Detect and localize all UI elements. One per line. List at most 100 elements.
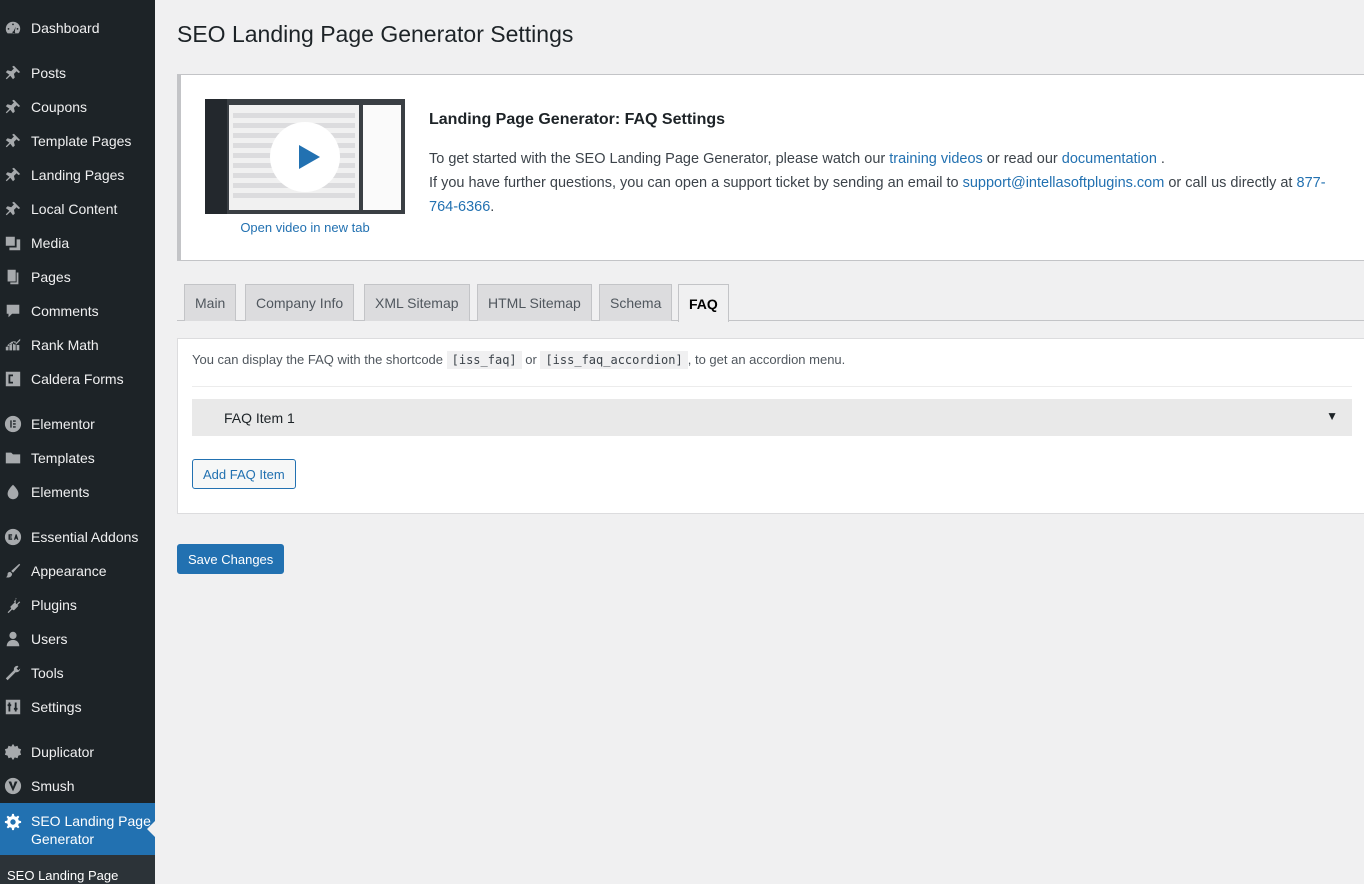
faq-note-segment: , to get an accordion menu. [687, 352, 846, 367]
sidebar-item-local-content[interactable]: Local Content [0, 192, 155, 226]
settings-tabs: Main Company Info XML Sitemap HTML Sitem… [177, 284, 1364, 322]
plug-icon [3, 595, 23, 615]
page-title: SEO Landing Page Generator Settings [177, 21, 574, 47]
sidebar-item-label: Caldera Forms [31, 371, 124, 387]
sidebar-item-dashboard[interactable]: Dashboard [0, 11, 155, 45]
sidebar-item-label: Landing Pages [31, 167, 125, 183]
sidebar-item-media[interactable]: Media [0, 226, 155, 260]
pin-icon [3, 199, 23, 219]
sidebar-item-coupons[interactable]: Coupons [0, 90, 155, 124]
sidebar-item-tools[interactable]: Tools [0, 656, 155, 690]
settings-icon [3, 697, 23, 717]
sidebar-item-label: Media [31, 235, 70, 251]
sidebar-item-caldera-forms[interactable]: Caldera Forms [0, 362, 155, 396]
info-text-segment: . [1156, 151, 1165, 167]
shortcode-iss-faq-accordion: [iss_faq_accordion] [540, 351, 688, 369]
sidebar-item-seo-landing-page-generator[interactable]: SEO Landing Page Generator [0, 803, 155, 855]
add-faq-item-button[interactable]: Add FAQ Item [192, 459, 296, 489]
sidebar-item-label: Plugins [31, 597, 77, 613]
pin-icon [3, 63, 23, 83]
sidebar-item-label: Coupons [31, 99, 88, 115]
video-thumbnail[interactable] [205, 99, 405, 214]
wrench-icon [3, 663, 23, 683]
sidebar-item-label: Settings [31, 699, 82, 715]
sidebar-item-templates[interactable]: Templates [0, 441, 155, 475]
caldera-icon [3, 369, 23, 389]
dashboard-icon [3, 18, 23, 38]
sidebar-item-label: Appearance [31, 563, 107, 579]
sidebar-item-posts[interactable]: Posts [0, 56, 155, 90]
sidebar-item-elementor[interactable]: Elementor [0, 407, 155, 441]
essential-addons-icon [3, 527, 23, 547]
folder-icon [3, 448, 23, 468]
sidebar-item-label: Elementor [31, 416, 95, 432]
elements-icon [3, 482, 23, 502]
comments-icon [3, 301, 23, 321]
sidebar-item-pages[interactable]: Pages [0, 260, 155, 294]
sidebar-item-label: Tools [31, 665, 64, 681]
sidebar-item-label: Local Content [31, 201, 118, 217]
sidebar-item-landing-pages[interactable]: Landing Pages [0, 158, 155, 192]
brush-icon [3, 561, 23, 581]
tab-schema[interactable]: Schema [599, 284, 673, 321]
tab-html-sitemap[interactable]: HTML Sitemap [477, 284, 592, 321]
play-icon[interactable] [270, 122, 340, 192]
faq-note-segment: You can display the FAQ with the shortco… [192, 352, 447, 367]
tab-xml-sitemap[interactable]: XML Sitemap [364, 284, 470, 321]
divider [192, 386, 1352, 387]
sidebar-item-template-pages[interactable]: Template Pages [0, 124, 155, 158]
tab-main[interactable]: Main [184, 284, 237, 321]
info-text: To get started with the SEO Landing Page… [429, 147, 1349, 219]
sidebar-item-appearance[interactable]: Appearance [0, 554, 155, 588]
sidebar-item-plugins[interactable]: Plugins [0, 588, 155, 622]
pages-icon [3, 267, 23, 287]
tab-company-info[interactable]: Company Info [245, 284, 355, 321]
info-text-segment: To get started with the SEO Landing Page… [429, 151, 890, 167]
duplicator-icon [3, 742, 23, 762]
smush-icon [3, 776, 23, 796]
sidebar-item-label: Elements [31, 484, 90, 500]
sidebar-item-label: Users [31, 631, 68, 647]
info-text-segment: . [490, 199, 495, 215]
rank-math-icon [3, 335, 23, 355]
sidebar-item-smush[interactable]: Smush [0, 769, 155, 803]
info-text-segment: If you have further questions, you can o… [429, 175, 963, 191]
media-icon [3, 233, 23, 253]
pin-icon [3, 97, 23, 117]
documentation-link[interactable]: documentation [1062, 151, 1157, 167]
sidebar-item-comments[interactable]: Comments [0, 294, 155, 328]
sidebar-item-label: Posts [31, 65, 67, 81]
sidebar-item-label: Duplicator [31, 744, 95, 760]
sidebar-item-duplicator[interactable]: Duplicator [0, 735, 155, 769]
sidebar-item-label: SEO Landing Page Generator [31, 813, 151, 847]
support-email-link[interactable]: support@intellasoftplugins.com [963, 175, 1165, 191]
info-box: Open video in new tab Landing Page Gener… [177, 74, 1364, 261]
info-text-segment: or read our [982, 151, 1062, 167]
sidebar-item-rank-math[interactable]: Rank Math [0, 328, 155, 362]
faq-item-1[interactable]: FAQ Item 1 ▼ [192, 399, 1352, 436]
sidebar-item-label: Comments [31, 303, 99, 319]
admin-sidebar: Dashboard Posts Coupons Template Pages L… [0, 0, 155, 884]
gear-icon [3, 812, 23, 832]
pin-icon [3, 131, 23, 151]
elementor-icon [3, 414, 23, 434]
sidebar-item-label: Essential Addons [31, 529, 139, 545]
sidebar-item-label: Smush [31, 778, 75, 794]
sidebar-item-label: Template Pages [31, 133, 132, 149]
open-video-link[interactable]: Open video in new tab [205, 220, 405, 235]
sidebar-item-elements[interactable]: Elements [0, 475, 155, 509]
tab-faq[interactable]: FAQ [678, 284, 729, 322]
save-changes-button[interactable]: Save Changes [177, 544, 285, 574]
sidebar-item-users[interactable]: Users [0, 622, 155, 656]
caret-down-icon[interactable]: ▼ [1326, 409, 1338, 423]
sidebar-item-essential-addons[interactable]: Essential Addons [0, 520, 155, 554]
info-text-segment: or call us directly at [1164, 175, 1297, 191]
sidebar-item-settings[interactable]: Settings [0, 690, 155, 724]
sidebar-item-label: Templates [31, 450, 95, 466]
sidebar-item-label: Pages [31, 269, 71, 285]
training-videos-link[interactable]: training videos [889, 151, 983, 167]
pin-icon [3, 165, 23, 185]
faq-item-title: FAQ Item 1 [224, 409, 295, 426]
submenu-seo-landing-page[interactable]: SEO Landing Page [0, 855, 155, 884]
faq-panel: You can display the FAQ with the shortco… [177, 338, 1364, 514]
